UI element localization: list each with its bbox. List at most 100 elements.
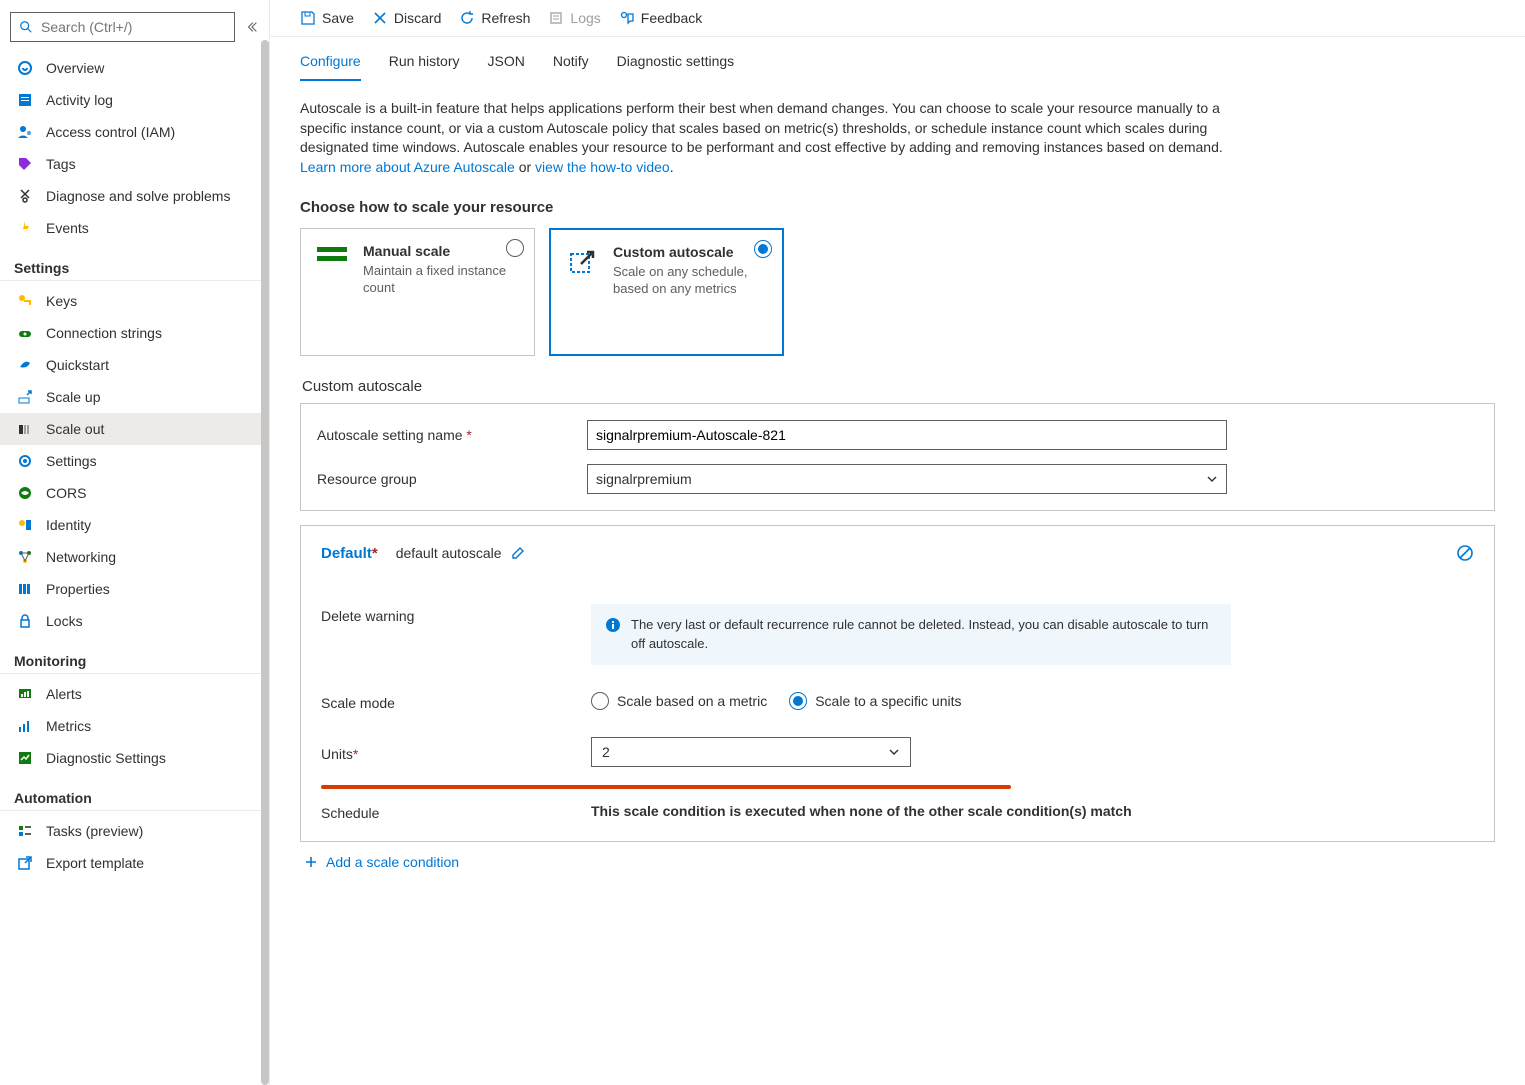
sidebar-item-label: Diagnose and solve problems [46, 188, 230, 204]
sidebar-item-label: Access control (IAM) [46, 124, 175, 140]
sidebar-item-connstrings[interactable]: Connection strings [0, 317, 269, 349]
search-input[interactable] [41, 19, 228, 35]
schedule-text: This scale condition is executed when no… [591, 803, 1132, 819]
sidebar-item-activity-log[interactable]: Activity log [0, 84, 269, 116]
feedback-label: Feedback [641, 10, 702, 26]
add-scale-condition[interactable]: Add a scale condition [304, 854, 1495, 870]
resource-group-select[interactable]: signalrpremium [587, 464, 1227, 494]
monitoring-header: Monitoring [0, 637, 269, 674]
tab-configure[interactable]: Configure [300, 47, 361, 81]
sidebar-item-label: CORS [46, 485, 86, 501]
delete-warning-label: Delete warning [321, 604, 571, 624]
properties-icon [16, 580, 34, 598]
sidebar-item-label: Scale up [46, 389, 100, 405]
sidebar-item-networking[interactable]: Networking [0, 541, 269, 573]
sidebar-item-label: Locks [46, 613, 83, 629]
tab-diagnostic[interactable]: Diagnostic settings [617, 47, 735, 81]
tags-icon [16, 155, 34, 173]
sidebar-item-label: Overview [46, 60, 104, 76]
sidebar-item-metrics[interactable]: Metrics [0, 710, 269, 742]
resource-group-value: signalrpremium [596, 471, 692, 487]
quickstart-icon [16, 356, 34, 374]
sidebar-item-identity[interactable]: Identity [0, 509, 269, 541]
activity-log-icon [16, 91, 34, 109]
sidebar-item-label: Properties [46, 581, 110, 597]
diag-settings-icon [16, 749, 34, 767]
units-value: 2 [602, 744, 610, 760]
iam-icon [16, 123, 34, 141]
radio-custom[interactable] [754, 240, 772, 258]
manual-scale-icon [315, 243, 349, 277]
sidebar-item-iam[interactable]: Access control (IAM) [0, 116, 269, 148]
disable-icon[interactable] [1456, 544, 1474, 562]
overview-icon [16, 59, 34, 77]
toolbar: Save Discard Refresh Logs Feedback [270, 0, 1525, 37]
highlight-underline [321, 785, 1011, 789]
delete-warning-text: The very last or default recurrence rule… [631, 616, 1217, 652]
collapse-icon[interactable] [245, 20, 259, 34]
sidebar-item-settings[interactable]: Settings [0, 445, 269, 477]
scrollbar[interactable] [261, 40, 269, 1085]
sidebar-item-tags[interactable]: Tags [0, 148, 269, 180]
sidebar-item-label: Diagnostic Settings [46, 750, 166, 766]
scale-mode-label: Scale mode [321, 691, 571, 711]
sidebar-item-quickstart[interactable]: Quickstart [0, 349, 269, 381]
units-select[interactable]: 2 [591, 737, 911, 767]
sidebar-item-label: Quickstart [46, 357, 109, 373]
radio-label: Scale to a specific units [815, 693, 961, 709]
sidebar-item-keys[interactable]: Keys [0, 285, 269, 317]
edit-icon[interactable] [510, 545, 526, 561]
sidebar-item-events[interactable]: Events [0, 212, 269, 244]
sidebar-item-label: Export template [46, 855, 144, 871]
radio-scale-metric[interactable]: Scale based on a metric [591, 692, 767, 710]
networking-icon [16, 548, 34, 566]
choose-heading: Choose how to scale your resource [300, 199, 1495, 216]
sidebar-item-cors[interactable]: CORS [0, 477, 269, 509]
autoscale-name-label: Autoscale setting name * [317, 427, 567, 443]
sidebar-item-locks[interactable]: Locks [0, 605, 269, 637]
discard-button[interactable]: Discard [372, 10, 441, 26]
howto-video-link[interactable]: view the how-to video [535, 159, 670, 175]
tab-run-history[interactable]: Run history [389, 47, 460, 81]
card-custom-autoscale[interactable]: Custom autoscale Scale on any schedule, … [549, 228, 784, 356]
tab-notify[interactable]: Notify [553, 47, 589, 81]
settings-header: Settings [0, 244, 269, 281]
plus-icon [304, 855, 318, 869]
sidebar-item-export[interactable]: Export template [0, 847, 269, 879]
save-button[interactable]: Save [300, 10, 354, 26]
radio-scale-units[interactable]: Scale to a specific units [789, 692, 961, 710]
card-manual-scale[interactable]: Manual scale Maintain a fixed instance c… [300, 228, 535, 356]
tab-json[interactable]: JSON [488, 47, 525, 81]
custom-autoscale-icon [565, 244, 599, 278]
refresh-button[interactable]: Refresh [459, 10, 530, 26]
autoscale-name-field[interactable] [596, 427, 1218, 443]
sidebar-item-scaleout[interactable]: Scale out [0, 413, 269, 445]
sidebar-item-tasks[interactable]: Tasks (preview) [0, 815, 269, 847]
events-icon [16, 219, 34, 237]
metrics-icon [16, 717, 34, 735]
alerts-icon [16, 685, 34, 703]
gear-icon [16, 452, 34, 470]
radio-label: Scale based on a metric [617, 693, 767, 709]
sidebar-item-alerts[interactable]: Alerts [0, 678, 269, 710]
tasks-icon [16, 822, 34, 840]
sidebar-item-overview[interactable]: Overview [0, 52, 269, 84]
sidebar-item-diag-settings[interactable]: Diagnostic Settings [0, 742, 269, 774]
tabs: Configure Run history JSON Notify Diagno… [270, 37, 1525, 81]
logs-label: Logs [570, 10, 600, 26]
learn-more-link[interactable]: Learn more about Azure Autoscale [300, 159, 515, 175]
sidebar-item-properties[interactable]: Properties [0, 573, 269, 605]
resource-group-label: Resource group [317, 471, 567, 487]
info-icon [605, 617, 621, 633]
radio-manual[interactable] [506, 239, 524, 257]
search-box[interactable] [10, 12, 235, 42]
feedback-button[interactable]: Feedback [619, 10, 702, 26]
sidebar-item-scaleup[interactable]: Scale up [0, 381, 269, 413]
sidebar-item-label: Metrics [46, 718, 91, 734]
diagnose-icon [16, 187, 34, 205]
sidebar-item-diagnose[interactable]: Diagnose and solve problems [0, 180, 269, 212]
sidebar-item-label: Connection strings [46, 325, 162, 341]
scaleup-icon [16, 388, 34, 406]
sidebar-item-label: Networking [46, 549, 116, 565]
autoscale-name-input[interactable] [587, 420, 1227, 450]
